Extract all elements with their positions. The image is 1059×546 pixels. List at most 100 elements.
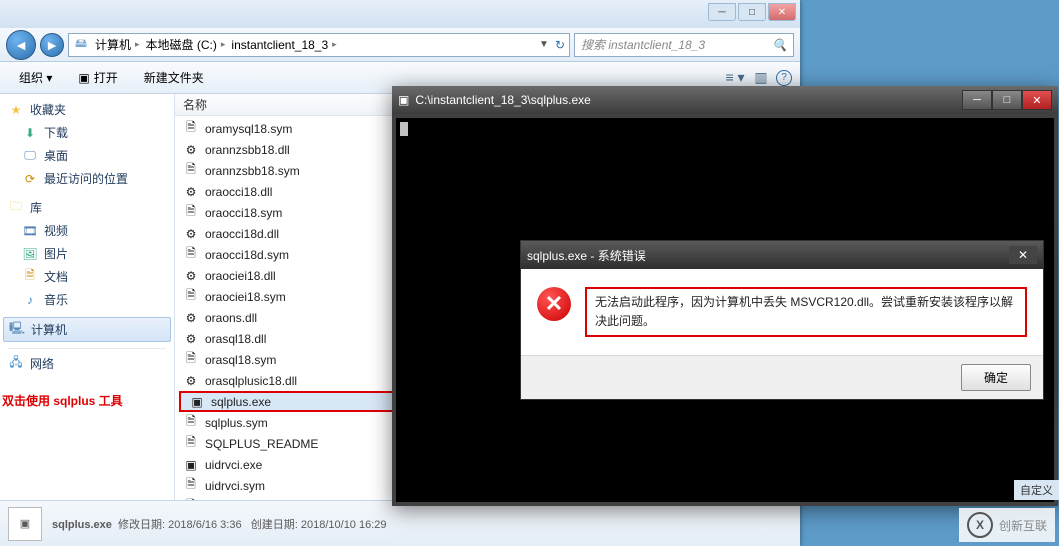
open-button[interactable]: ▣打开	[67, 65, 128, 90]
library-icon: 🗀	[8, 200, 24, 216]
refresh-icon[interactable]: ↻	[555, 38, 565, 52]
status-mod-value: 2018/6/16 3:36	[168, 519, 241, 531]
chevron-right-icon: ▸	[221, 39, 226, 50]
console-titlebar[interactable]: ▣ C:\instantclient_18_3\sqlplus.exe ─ □ …	[392, 86, 1058, 114]
sidebar-item-recent[interactable]: ⟳最近访问的位置	[0, 167, 174, 190]
file-name: orasql18.sym	[205, 353, 276, 367]
details-pane: ▣ sqlplus.exe 修改日期: 2018/6/16 3:36 创建日期:…	[0, 500, 800, 546]
file-name: orannzsbb18.sym	[205, 164, 300, 178]
annotation-label: 双击使用 sqlplus 工具	[2, 392, 123, 409]
error-dialog: sqlplus.exe - 系统错误 ✕ ✕ 无法启动此程序，因为计算机中丢失 …	[520, 240, 1044, 400]
dll-file-icon: ⚙	[183, 331, 199, 347]
address-toolbar: ◄ ► 🖴 计算机 ▸ 本地磁盘 (C:) ▸ instantclient_18_3…	[0, 28, 800, 62]
newfolder-button[interactable]: 新建文件夹	[133, 65, 215, 90]
search-input[interactable]: 搜索 instantclient_18_3 🔍	[574, 33, 794, 57]
dropdown-icon[interactable]: ▼	[539, 39, 549, 50]
file-name: orasql18.dll	[205, 332, 266, 346]
desktop-icon: 🖵	[22, 148, 38, 164]
picture-icon: 🖼	[22, 246, 38, 262]
status-file-icon: ▣	[8, 507, 42, 541]
console-minimize-button[interactable]: ─	[962, 90, 992, 110]
file-name: orasqlplusic18.dll	[205, 374, 297, 388]
sidebar-item-computer[interactable]: 🖳计算机	[3, 317, 171, 342]
minimize-button[interactable]: ─	[708, 3, 736, 21]
recent-icon: ⟳	[22, 171, 38, 187]
file-name: oraociei18.sym	[205, 290, 286, 304]
sym-file-icon: 🗎	[183, 352, 199, 368]
sym-file-icon: 🗎	[183, 121, 199, 137]
forward-button[interactable]: ►	[40, 33, 64, 57]
sym-file-icon: 🗎	[183, 415, 199, 431]
video-icon: 🎞	[22, 223, 38, 239]
file-name: oraons.dll	[205, 311, 257, 325]
maximize-button[interactable]: □	[738, 3, 766, 21]
music-icon: ♪	[22, 292, 38, 308]
file-name: uidrvci.exe	[205, 458, 262, 472]
sym-file-icon: 🗎	[183, 205, 199, 221]
sidebar-item-documents[interactable]: 🗎文档	[0, 265, 174, 288]
error-titlebar[interactable]: sqlplus.exe - 系统错误 ✕	[521, 241, 1043, 269]
exe-file-icon: ▣	[183, 457, 199, 473]
computer-icon: 🖳	[9, 322, 25, 338]
watermark: X 创新互联	[959, 508, 1055, 542]
sidebar-item-videos[interactable]: 🎞视频	[0, 219, 174, 242]
drive-icon: 🖴	[73, 37, 89, 53]
file-name: oraocci18d.dll	[205, 227, 279, 241]
file-name: orannzsbb18.dll	[205, 143, 290, 157]
sym-file-icon: 🗎	[183, 478, 199, 494]
dll-file-icon: ⚙	[183, 184, 199, 200]
sym-file-icon: 🗎	[183, 247, 199, 263]
console-close-button[interactable]: ✕	[1022, 90, 1052, 110]
network-icon: 🖧	[8, 356, 24, 372]
sidebar-item-music[interactable]: ♪音乐	[0, 288, 174, 311]
dll-file-icon: ⚙	[183, 268, 199, 284]
exe-file-icon: ▣	[189, 394, 205, 410]
file-name: SQLPLUS_README	[205, 437, 318, 451]
error-icon: ✕	[537, 287, 571, 321]
file-name: oraocci18d.sym	[205, 248, 289, 262]
chevron-right-icon: ▸	[135, 39, 140, 50]
sidebar-item-pictures[interactable]: 🖼图片	[0, 242, 174, 265]
sidebar-item-desktop[interactable]: 🖵桌面	[0, 144, 174, 167]
chevron-right-icon: ▸	[332, 39, 337, 50]
watermark-logo-icon: X	[967, 512, 993, 538]
organize-button[interactable]: 组织 ▾	[8, 65, 63, 90]
sidebar-libraries[interactable]: 🗀库	[0, 196, 174, 219]
console-maximize-button[interactable]: □	[992, 90, 1022, 110]
taskbar-hint: 自定义	[1014, 480, 1059, 500]
help-icon[interactable]: ?	[776, 70, 792, 86]
back-button[interactable]: ◄	[6, 30, 36, 60]
explorer-titlebar[interactable]: ─ □ ✕	[0, 0, 800, 28]
error-message: 无法启动此程序，因为计算机中丢失 MSVCR120.dll。尝试重新安装该程序以…	[585, 287, 1027, 337]
file-name: sqlplus.sym	[205, 416, 268, 430]
dll-file-icon: ⚙	[183, 226, 199, 242]
status-mod-label: 修改日期:	[118, 519, 165, 531]
sidebar-item-downloads[interactable]: ⬇下载	[0, 121, 174, 144]
file-name: oramysql18.sym	[205, 122, 292, 136]
error-title-text: sqlplus.exe - 系统错误	[527, 247, 646, 264]
navigation-pane: ★收藏夹 ⬇下载 🖵桌面 ⟳最近访问的位置 🗀库 🎞视频 🖼图片 🗎文档 ♪音乐…	[0, 94, 175, 500]
file-name: oraocci18.sym	[205, 206, 282, 220]
search-icon: 🔍	[772, 38, 787, 52]
console-cursor	[400, 122, 408, 136]
breadcrumb-bar[interactable]: 🖴 计算机▸ 本地磁盘 (C:)▸ instantclient_18_3▸ ▼ …	[68, 33, 570, 57]
breadcrumb-item[interactable]: 本地磁盘 (C:)	[146, 36, 217, 53]
txt-file-icon: 🗎	[183, 436, 199, 452]
sidebar-favorites[interactable]: ★收藏夹	[0, 98, 174, 121]
close-button[interactable]: ✕	[768, 3, 796, 21]
watermark-text: 创新互联	[999, 517, 1047, 534]
document-icon: 🗎	[22, 269, 38, 285]
file-name: uidrvci.sym	[205, 479, 265, 493]
breadcrumb-item[interactable]: 计算机	[95, 36, 131, 53]
dll-file-icon: ⚙	[183, 373, 199, 389]
breadcrumb-item[interactable]: instantclient_18_3	[231, 38, 328, 52]
console-title-text: C:\instantclient_18_3\sqlplus.exe	[415, 93, 956, 107]
sym-file-icon: 🗎	[183, 289, 199, 305]
file-name: oraocci18.dll	[205, 185, 272, 199]
ok-button[interactable]: 确定	[961, 364, 1031, 391]
sidebar-item-network[interactable]: 🖧网络	[0, 352, 174, 375]
download-icon: ⬇	[22, 125, 38, 141]
file-name: sqlplus.exe	[211, 395, 271, 409]
error-close-button[interactable]: ✕	[1009, 246, 1037, 264]
dll-file-icon: ⚙	[183, 310, 199, 326]
